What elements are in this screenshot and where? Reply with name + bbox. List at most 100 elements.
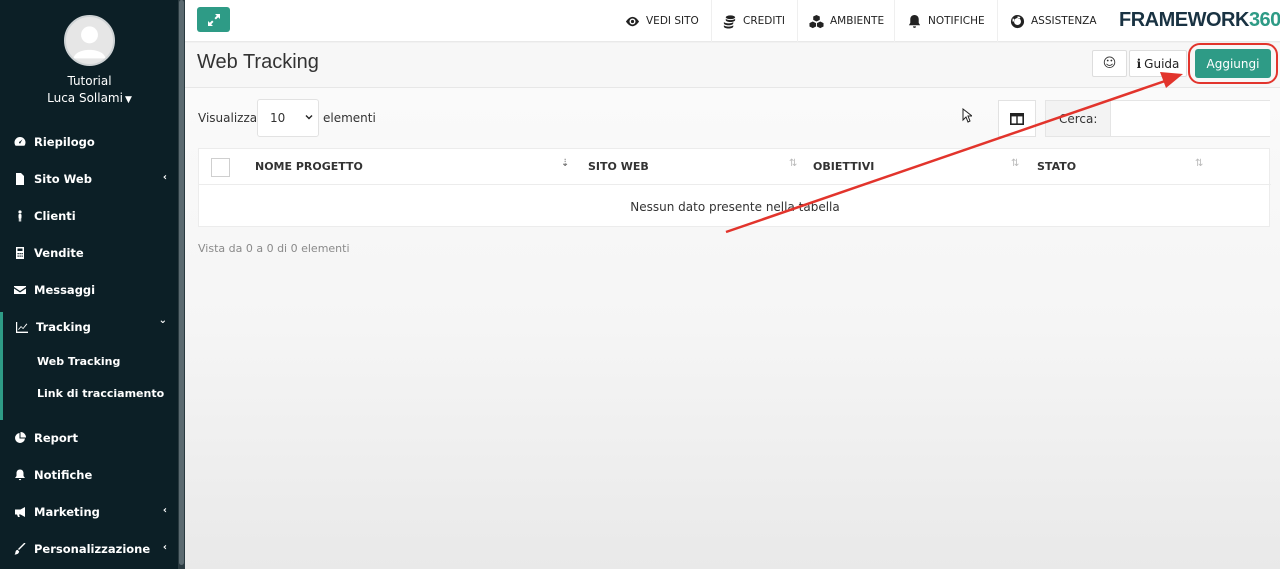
brush-icon bbox=[14, 543, 26, 555]
sidebar-item-label: Riepilogo bbox=[34, 135, 95, 149]
cubes-icon bbox=[809, 14, 824, 29]
sort-icon[interactable]: ⇣ bbox=[561, 158, 569, 169]
crediti-label: CREDITI bbox=[743, 15, 785, 27]
coins-icon bbox=[722, 14, 737, 29]
sidebar-item-marketing[interactable]: Marketing ‹ bbox=[0, 494, 179, 530]
column-header-nome-progetto[interactable]: NOME PROGETTO bbox=[255, 160, 363, 173]
expand-icon bbox=[207, 13, 220, 26]
sidebar-item-label: Vendite bbox=[34, 246, 84, 260]
divider bbox=[711, 0, 712, 42]
megaphone-icon bbox=[14, 506, 26, 518]
sidebar-item-label: Tracking bbox=[36, 320, 91, 334]
divider bbox=[997, 0, 998, 42]
sort-icon[interactable]: ⇅ bbox=[1011, 158, 1019, 169]
vedi-sito-link[interactable]: VEDI SITO bbox=[625, 0, 699, 42]
guida-label: Guida bbox=[1144, 56, 1180, 71]
sidebar-item-tracking[interactable]: Tracking ⌄ bbox=[0, 309, 179, 345]
smile-icon: ☺ bbox=[1102, 56, 1117, 71]
calculator-icon bbox=[14, 247, 26, 259]
scrollbar-thumb[interactable] bbox=[179, 0, 184, 565]
chevron-left-icon: ‹ bbox=[162, 505, 167, 516]
chevron-left-icon: ‹ bbox=[162, 172, 167, 183]
notifiche-link[interactable]: NOTIFICHE bbox=[907, 0, 985, 42]
chevron-down-icon bbox=[305, 115, 313, 120]
guida-button[interactable]: i Guida bbox=[1129, 50, 1187, 77]
line-chart-icon bbox=[16, 321, 28, 333]
bell-icon bbox=[907, 14, 922, 29]
sidebar-item-label: Marketing bbox=[34, 505, 100, 519]
sidebar-item-personalizzazione[interactable]: Personalizzazione ‹ bbox=[0, 531, 179, 567]
ambiente-label: AMBIENTE bbox=[830, 15, 885, 27]
envelope-icon bbox=[14, 284, 26, 296]
eye-icon bbox=[625, 14, 640, 29]
expand-button[interactable] bbox=[197, 7, 230, 32]
brand-text: FRAMEWORK bbox=[1119, 9, 1249, 31]
divider bbox=[894, 0, 895, 42]
select-all-checkbox[interactable] bbox=[211, 158, 230, 177]
sidebar-subitem-link-tracciamento[interactable]: Link di tracciamento bbox=[37, 387, 164, 400]
sidebar-item-clienti[interactable]: Clienti bbox=[0, 198, 179, 234]
brand-logo[interactable]: FRAMEWORK360 bbox=[1119, 9, 1280, 32]
column-header-sito-web[interactable]: SITO WEB bbox=[588, 160, 649, 173]
sidebar-item-messaggi[interactable]: Messaggi bbox=[0, 272, 179, 308]
notifiche-label: NOTIFICHE bbox=[928, 15, 985, 27]
sidebar-item-label: Clienti bbox=[34, 209, 76, 223]
page-size-value: 10 bbox=[270, 111, 286, 125]
column-header-stato[interactable]: STATO bbox=[1037, 160, 1076, 173]
topbar: VEDI SITO CREDITI AMBIENTE NOTIFICHE ASS… bbox=[185, 0, 1280, 42]
sidebar-item-label: Notifiche bbox=[34, 468, 93, 482]
user-name: Luca Sollami bbox=[47, 91, 123, 105]
empty-table-message: Nessun dato presente nella tabella bbox=[630, 200, 840, 214]
data-table: NOME PROGETTO ⇣ SITO WEB ⇅ OBIETTIVI ⇅ S… bbox=[198, 148, 1271, 227]
sidebar-subitem-web-tracking[interactable]: Web Tracking bbox=[37, 355, 120, 368]
sidebar-item-label: Sito Web bbox=[34, 172, 92, 186]
search-label: Cerca: bbox=[1059, 112, 1098, 126]
sort-icon[interactable]: ⇅ bbox=[1195, 158, 1203, 169]
assistenza-link[interactable]: ASSISTENZA bbox=[1010, 0, 1097, 42]
pie-chart-icon bbox=[14, 432, 26, 444]
sidebar-item-report[interactable]: Report bbox=[0, 420, 179, 456]
sidebar-item-vendite[interactable]: Vendite bbox=[0, 235, 179, 271]
divider bbox=[797, 0, 798, 42]
chevron-left-icon: ‹ bbox=[162, 542, 167, 553]
org-name: Tutorial bbox=[67, 74, 112, 88]
caret-down-icon: ▼ bbox=[124, 95, 132, 105]
sidebar-item-notifiche[interactable]: Notifiche bbox=[0, 457, 179, 493]
assistenza-label: ASSISTENZA bbox=[1031, 15, 1097, 27]
sidebar-item-sito-web[interactable]: Sito Web ‹ bbox=[0, 161, 179, 197]
file-icon bbox=[14, 173, 26, 185]
avatar[interactable] bbox=[64, 15, 115, 66]
table-info: Vista da 0 a 0 di 0 elementi bbox=[198, 242, 350, 255]
table-header: NOME PROGETTO ⇣ SITO WEB ⇅ OBIETTIVI ⇅ S… bbox=[199, 149, 1271, 185]
sidebar-item-riepilogo[interactable]: Riepilogo bbox=[0, 124, 179, 160]
ambiente-link[interactable]: AMBIENTE bbox=[809, 0, 884, 42]
sidebar-scrollbar[interactable] bbox=[178, 0, 185, 569]
elementi-label: elementi bbox=[323, 111, 376, 125]
visualizza-label: Visualizza bbox=[198, 111, 258, 125]
sort-icon[interactable]: ⇅ bbox=[789, 158, 797, 169]
vedi-sito-label: VEDI SITO bbox=[646, 15, 699, 27]
crediti-link[interactable]: CREDITI bbox=[722, 0, 785, 42]
user-menu[interactable]: Luca Sollami ▼ bbox=[0, 91, 179, 105]
dashboard-icon bbox=[14, 136, 26, 148]
column-toggle-button[interactable] bbox=[998, 100, 1036, 137]
column-header-obiettivi[interactable]: OBIETTIVI bbox=[813, 160, 874, 173]
page-header: Web Tracking ☺ i Guida Aggiungi bbox=[185, 43, 1280, 88]
person-icon bbox=[14, 210, 26, 222]
page-title: Web Tracking bbox=[197, 51, 319, 73]
search-box: Cerca: bbox=[1045, 100, 1270, 137]
search-input[interactable] bbox=[1110, 101, 1270, 136]
brand-number: 360 bbox=[1248, 9, 1280, 31]
sidebar-item-label: Messaggi bbox=[34, 283, 96, 297]
annotation-highlight bbox=[1188, 43, 1278, 84]
feedback-button[interactable]: ☺ bbox=[1092, 50, 1127, 77]
columns-icon bbox=[1010, 112, 1024, 125]
lifebuoy-icon bbox=[1010, 14, 1025, 29]
sidebar-item-label: Report bbox=[34, 431, 78, 445]
sidebar-item-label: Personalizzazione bbox=[34, 542, 151, 556]
sidebar: Tutorial Luca Sollami ▼ Riepilogo Sito We… bbox=[0, 0, 185, 569]
tracking-active-indicator bbox=[0, 312, 3, 420]
page-size-select[interactable]: 10 bbox=[257, 99, 319, 137]
bell-icon bbox=[14, 469, 26, 481]
mouse-cursor-icon bbox=[962, 108, 972, 123]
